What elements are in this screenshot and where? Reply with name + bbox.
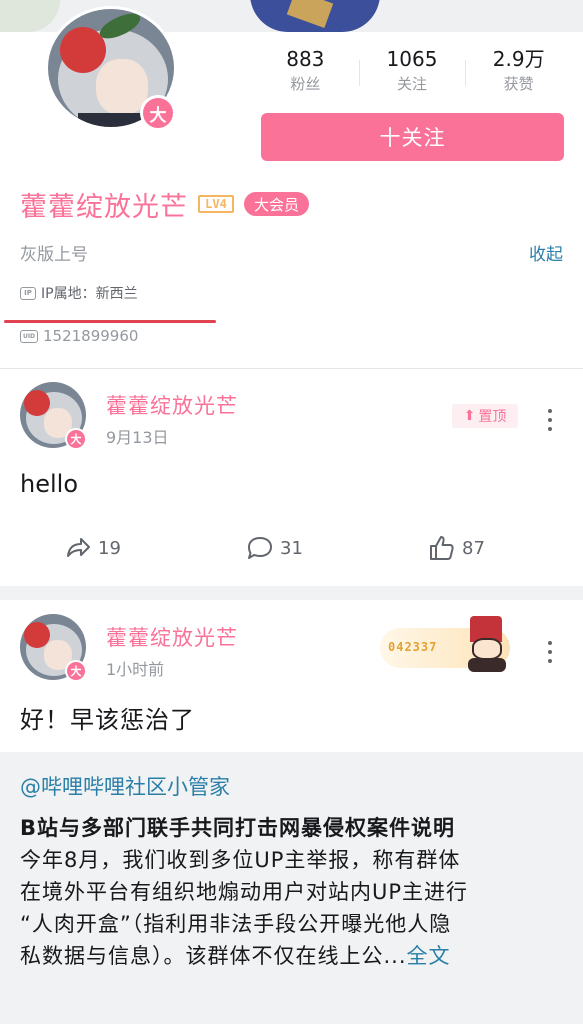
ip-icon: IP	[20, 286, 36, 300]
post-actions: 19 31 87	[0, 528, 583, 568]
level-badge[interactable]: LV4	[198, 195, 234, 213]
vip-badge[interactable]: 大会员	[244, 192, 310, 216]
ip-location: IP IP属地：新西兰	[20, 283, 138, 303]
stat-fans[interactable]: 883 粉丝	[252, 46, 359, 100]
comment-count: 31	[280, 537, 303, 559]
thumbs-up-icon	[430, 536, 454, 560]
pin-arrow-icon: ⬆︎	[463, 408, 476, 424]
character-face	[472, 638, 502, 660]
banner-decoration	[0, 0, 60, 32]
section-divider	[0, 368, 583, 369]
vip-avatar-badge: 大	[65, 428, 87, 450]
vip-avatar-badge: 大	[140, 95, 176, 131]
stat-value: 1065	[386, 47, 438, 71]
more-options-icon[interactable]	[540, 407, 560, 433]
forwarded-body-last-line: 私数据与信息）。该群体不仅在线上公...全文	[20, 940, 563, 972]
post-time: 9月13日	[106, 428, 169, 447]
read-full-link[interactable]: 全文	[407, 944, 451, 968]
stat-following[interactable]: 1065 关注	[358, 46, 466, 100]
fan-medal-number: 042337	[388, 640, 438, 654]
pinned-badge: ⬆︎ 置顶	[452, 404, 518, 428]
profile-name: 藿藿绽放光芒	[20, 191, 188, 223]
forwarded-body-line: 在境外平台有组织地煽动用户对站内UP主进行	[20, 880, 469, 904]
uid-icon: UID	[20, 329, 38, 343]
post-author[interactable]: 藿藿绽放光芒	[106, 622, 238, 652]
fan-medal-character	[466, 616, 510, 672]
uid-row[interactable]: UID 1521899960	[20, 327, 138, 345]
forwarded-body-line: 今年8月，我们收到多位UP主举报，称有群体	[20, 848, 461, 872]
forwarded-title: B站与多部门联手共同打击网暴侵权案件说明	[20, 816, 456, 840]
pin-label: 置顶	[478, 409, 507, 425]
like-count: 87	[462, 537, 485, 559]
avatar-flower	[24, 390, 50, 416]
stat-label: 关注	[397, 75, 428, 93]
post-author[interactable]: 藿藿绽放光芒	[106, 390, 238, 420]
fan-medal-decoration[interactable]: 042337	[380, 614, 520, 674]
avatar-flower	[24, 622, 50, 648]
more-options-icon[interactable]	[540, 639, 560, 665]
card-gap	[0, 586, 583, 600]
stat-label: 粉丝	[290, 75, 321, 93]
share-button[interactable]: 19	[64, 528, 121, 568]
stat-label: 获赞	[503, 75, 534, 93]
forwarded-body-line: 私数据与信息）。该群体不仅在线上公...	[20, 944, 407, 968]
character-body	[468, 658, 506, 672]
avatar-flower	[60, 27, 106, 73]
collapse-button[interactable]: 收起	[529, 240, 563, 265]
post-time: 1小时前	[106, 660, 165, 679]
forwarded-post[interactable]: @哔哩哔哩社区小管家 B站与多部门联手共同打击网暴侵权案件说明 今年8月，我们收…	[0, 752, 583, 1024]
stat-likes[interactable]: 2.9万 获赞	[465, 46, 572, 100]
vip-avatar-badge: 大	[65, 660, 87, 682]
profile-stats: 883 粉丝 1065 关注 2.9万 获赞	[252, 46, 572, 100]
forwarded-author[interactable]: @哔哩哔哩社区小管家	[20, 772, 563, 802]
profile-name-row: 藿藿绽放光芒 LV4 大会员	[20, 186, 310, 223]
ip-text: IP属地：新西兰	[41, 286, 138, 302]
like-button[interactable]: 87	[428, 528, 485, 568]
follow-button[interactable]: 十关注	[261, 113, 564, 161]
stat-value: 2.9万	[492, 47, 545, 71]
forwarded-body: 今年8月，我们收到多位UP主举报，称有群体 在境外平台有组织地煽动用户对站内UP…	[20, 844, 563, 972]
stat-value: 883	[286, 47, 325, 71]
comment-icon	[248, 537, 272, 559]
post-text: hello	[20, 470, 78, 498]
share-icon	[67, 538, 90, 557]
uid-text: 1521899960	[43, 327, 139, 345]
comment-button[interactable]: 31	[246, 528, 303, 568]
share-count: 19	[98, 537, 121, 559]
post-text: 好！早该惩治了	[20, 706, 195, 734]
forwarded-body-line: “人肉开盒”（指利用非法手段公开曝光他人隐	[20, 912, 452, 936]
profile-sign: 灰版上号	[20, 245, 88, 265]
annotation-underline	[4, 320, 216, 323]
